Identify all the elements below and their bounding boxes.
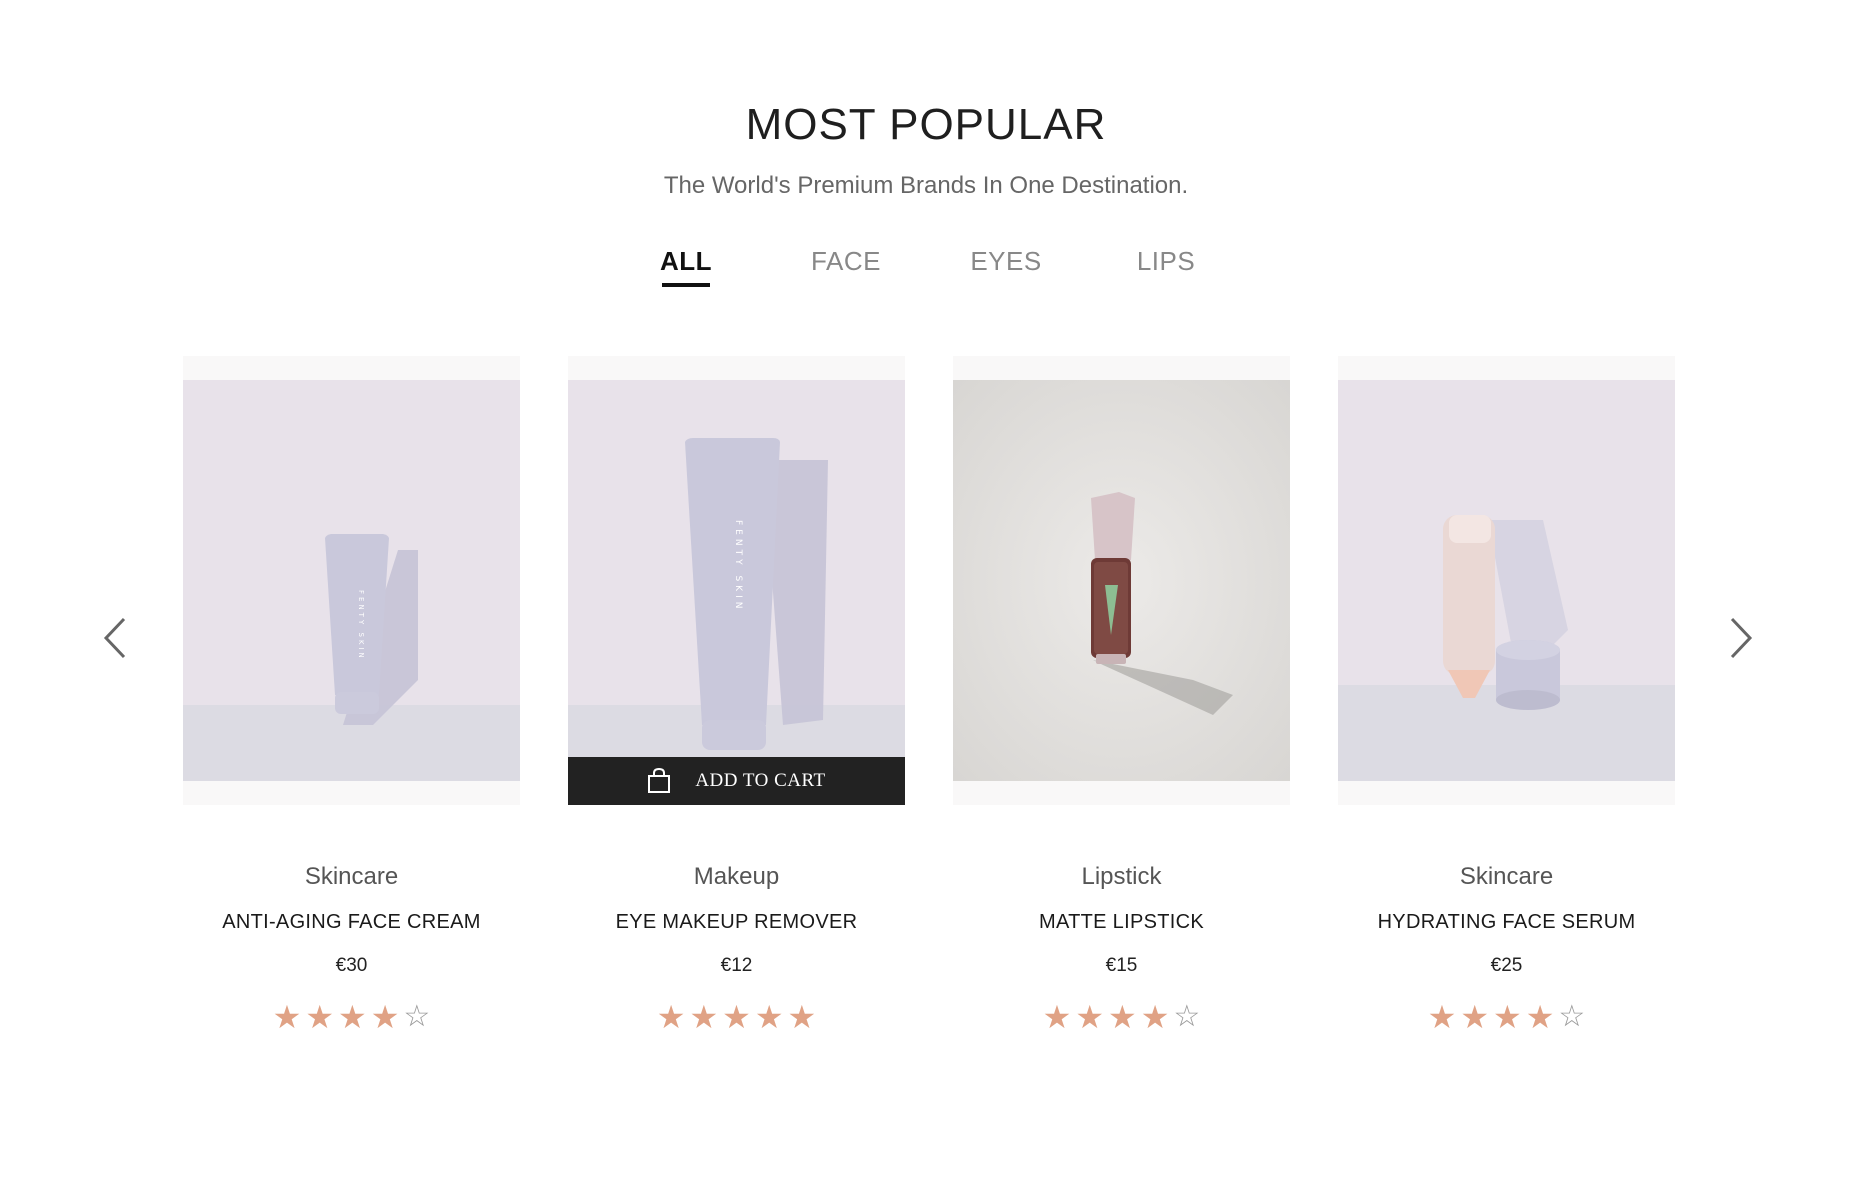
product-card[interactable]: Skincare HYDRATING FACE SERUM €25 ★ ★ ★ ★ ☆ [1338,356,1675,1033]
section-title: MOST POPULAR [745,100,1107,149]
product-image-frame[interactable]: FENTY SKIN [183,356,520,805]
chevron-right-icon [1730,617,1753,659]
tab-label: EYES [970,246,1042,276]
svg-text:FENTY SKIN: FENTY SKIN [733,520,743,612]
product-category: Skincare [304,863,399,890]
star-filled-icon: ★ [1108,998,1137,1036]
product-card[interactable]: FENTY SKIN ADD TO CART Makeup EYE MAKEUP… [568,356,905,1033]
product-image-frame[interactable] [953,356,1290,805]
star-filled-icon: ★ [305,998,335,1036]
carousel-prev-button[interactable] [96,615,136,661]
product-rating: ★ ★ ★ ★ ☆ [1338,998,1675,1036]
star-empty-icon: ☆ [1173,999,1201,1034]
large-tube-icon: FENTY SKIN [568,380,905,781]
carousel-next-button[interactable] [1720,615,1760,661]
add-to-cart-label: ADD TO CART [695,770,826,791]
product-price: €25 [1490,955,1523,976]
star-filled-icon: ★ [754,998,784,1036]
star-filled-icon: ★ [1525,998,1555,1036]
product-info: Skincare HYDRATING FACE SERUM €25 ★ ★ ★ ★ ☆ [1338,805,1675,1033]
product-card[interactable]: FENTY SKIN Skincare ANTI-AGING FACE CREA… [183,356,520,1033]
product-info: Makeup EYE MAKEUP REMOVER €12 ★ ★ ★ ★ ★ [568,805,905,1033]
svg-text:FENTY SKIN: FENTY SKIN [357,590,365,661]
product-category: Skincare [1459,863,1554,890]
product-card[interactable]: Lipstick MATTE LIPSTICK €15 ★ ★ ★ ★ ☆ [953,356,1290,1033]
star-filled-icon: ★ [722,998,751,1036]
product-image [1338,380,1675,781]
product-rating: ★ ★ ★ ★ ★ [568,1001,905,1033]
lip-gloss-icon [953,380,1290,781]
tab-lips[interactable]: LIPS [1086,246,1246,287]
star-empty-icon: ☆ [403,999,431,1034]
tab-label: FACE [811,246,881,276]
product-image [953,380,1290,781]
product-image: FENTY SKIN [183,380,520,781]
product-name[interactable]: EYE MAKEUP REMOVER [568,911,905,939]
star-filled-icon: ★ [1075,998,1105,1036]
star-filled-icon: ★ [370,998,400,1036]
star-filled-icon: ★ [1427,998,1457,1036]
tab-all[interactable]: ALL [606,246,766,287]
star-filled-icon: ★ [787,998,817,1036]
section-subtitle: The World's Premium Brands In One Destin… [663,172,1189,199]
category-tabs: ALL FACE EYES LIPS [0,246,1852,287]
most-popular-section: MOST POPULAR The World's Premium Brands … [0,0,1852,1192]
star-filled-icon: ★ [1493,998,1522,1036]
tab-face[interactable]: FACE [766,246,926,287]
product-price: €15 [1105,955,1138,976]
tab-eyes[interactable]: EYES [926,246,1086,287]
add-to-cart-button[interactable]: ADD TO CART [568,757,905,805]
tab-label: ALL [659,246,713,276]
star-filled-icon: ★ [1460,998,1490,1036]
tab-label: LIPS [1136,246,1196,276]
star-filled-icon: ★ [1140,998,1170,1036]
product-name[interactable]: HYDRATING FACE SERUM [1338,911,1675,939]
active-tab-underline [662,283,710,287]
product-category: Makeup [693,863,780,890]
star-filled-icon: ★ [1042,998,1072,1036]
product-info: Skincare ANTI-AGING FACE CREAM €30 ★ ★ ★ ★ ☆ [183,805,520,1033]
product-category: Lipstick [1081,863,1162,890]
star-filled-icon: ★ [338,998,367,1036]
shopping-bag-icon [648,768,671,793]
product-rating: ★ ★ ★ ★ ☆ [953,998,1290,1036]
product-price: €30 [335,955,368,976]
product-image-frame[interactable]: FENTY SKIN ADD TO CART [568,356,905,805]
star-filled-icon: ★ [689,998,719,1036]
small-tube-icon: FENTY SKIN [183,380,520,781]
serum-stick-icon [1338,380,1675,781]
product-price: €12 [720,955,753,976]
product-carousel: FENTY SKIN Skincare ANTI-AGING FACE CREA… [183,356,1675,1033]
product-image: FENTY SKIN [568,380,905,781]
product-name[interactable]: ANTI-AGING FACE CREAM [183,911,520,939]
star-filled-icon: ★ [656,998,686,1036]
product-rating: ★ ★ ★ ★ ☆ [183,998,520,1036]
star-empty-icon: ☆ [1558,999,1586,1034]
product-info: Lipstick MATTE LIPSTICK €15 ★ ★ ★ ★ ☆ [953,805,1290,1033]
chevron-left-icon [103,617,126,659]
product-image-frame[interactable] [1338,356,1675,805]
product-name[interactable]: MATTE LIPSTICK [953,911,1290,939]
star-filled-icon: ★ [272,998,302,1036]
